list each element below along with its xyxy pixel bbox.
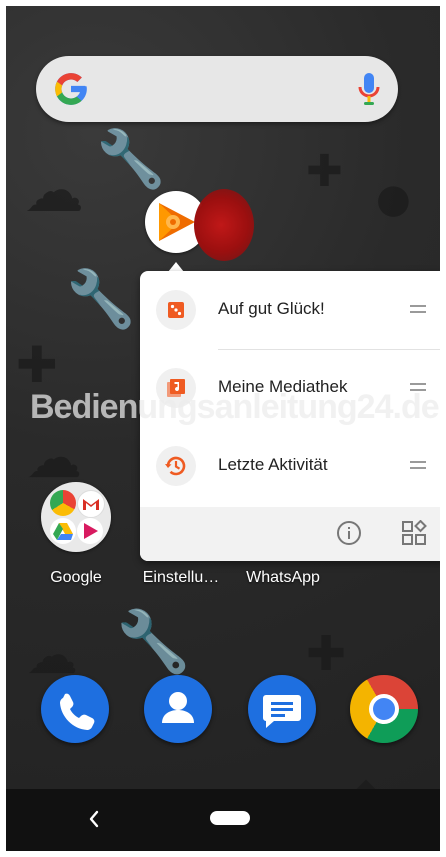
drive-mini-icon	[50, 518, 76, 544]
history-icon	[156, 446, 196, 486]
shortcut-label: Letzte Aktivität	[218, 455, 328, 474]
back-icon[interactable]	[86, 809, 102, 829]
app-label-settings[interactable]: Einstellu…	[136, 569, 226, 587]
wallpaper-cloud-icon: ☁	[24, 156, 84, 226]
wallpaper-plus-icon: ✚	[16, 336, 58, 394]
contacts-icon[interactable]	[144, 675, 212, 743]
popup-footer	[140, 507, 440, 561]
play-movies-mini-icon	[77, 518, 103, 544]
app-label-whatsapp[interactable]: WhatsApp	[238, 569, 328, 587]
wallpaper-wrench-icon: 🔧	[66, 267, 136, 332]
shortcut-recent-activity[interactable]: Letzte Aktivität	[140, 427, 440, 505]
navigation-bar	[6, 789, 440, 851]
messages-icon[interactable]	[248, 675, 316, 743]
shuffle-icon	[156, 290, 196, 330]
watermark: Bedienungsanleitung24.de	[30, 388, 440, 426]
info-icon[interactable]	[336, 520, 362, 546]
shortcut-shuffle[interactable]: Auf gut Glück!	[140, 271, 440, 349]
app-label-google[interactable]: Google	[36, 569, 116, 587]
mic-icon[interactable]	[356, 71, 382, 107]
chrome-icon[interactable]	[350, 675, 418, 743]
wallpaper-plus-icon: ✚	[306, 626, 347, 682]
wallpaper-wrench-icon: 🔧	[116, 607, 191, 677]
google-g-icon	[55, 73, 87, 105]
wallpaper-wrench-icon: 🔧	[96, 127, 166, 192]
wallpaper-plus-icon: ✚	[306, 146, 343, 197]
widgets-icon[interactable]	[401, 520, 427, 546]
wallpaper-drop-icon: ●	[376, 176, 411, 222]
shortcut-label: Auf gut Glück!	[218, 299, 325, 318]
google-folder-icon[interactable]	[41, 482, 111, 552]
home-pill[interactable]	[210, 811, 250, 825]
drag-handle-icon[interactable]	[410, 305, 426, 313]
phone-screen: ☁ 🔧 ✚ ● 🔧 ✚ ☁ 🔧 ✚ ☁ ◆ ◆	[6, 6, 440, 851]
chrome-mini-icon	[50, 490, 76, 516]
phone-icon[interactable]	[41, 675, 109, 743]
touch-indicator	[194, 189, 254, 261]
google-search-bar[interactable]	[36, 56, 398, 122]
gmail-mini-icon	[77, 490, 105, 518]
drag-handle-icon[interactable]	[410, 461, 426, 469]
